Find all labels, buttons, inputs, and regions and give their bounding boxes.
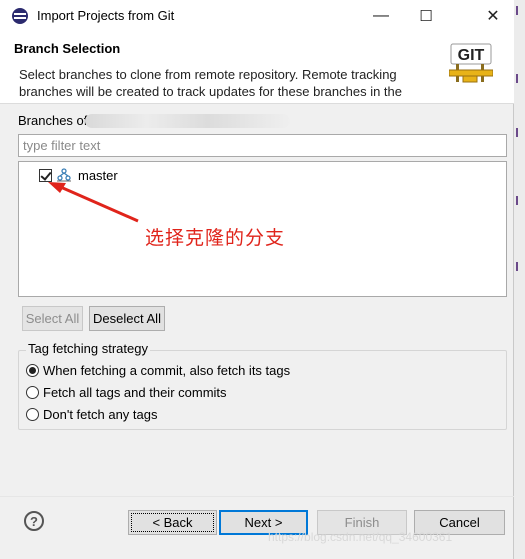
tag-option-fetch-commit-tags[interactable]: When fetching a commit, also fetch its t… [26, 363, 290, 378]
select-all-label: Select All [25, 311, 80, 326]
help-icon[interactable]: ? [24, 511, 44, 531]
tag-option-label: Don't fetch any tags [43, 407, 158, 422]
back-button[interactable]: < Back [128, 510, 217, 535]
maximize-button[interactable]: ☐ [403, 0, 449, 32]
branch-filter-input[interactable] [18, 134, 507, 157]
editor-glyph [516, 262, 523, 271]
editor-glyph [516, 6, 523, 15]
radio-button[interactable] [26, 386, 39, 399]
select-all-button[interactable]: Select All [22, 306, 83, 331]
wizard-header: Branch Selection Select branches to clon… [0, 32, 514, 104]
editor-glyph [516, 196, 523, 205]
minimize-button[interactable]: — [358, 0, 404, 32]
tag-option-label: Fetch all tags and their commits [43, 385, 227, 400]
footer-divider [0, 496, 514, 497]
radio-button[interactable] [26, 364, 39, 377]
background-editor-edge [514, 0, 525, 559]
next-label: Next > [244, 515, 283, 530]
branches-label: Branches of [18, 113, 88, 128]
page-description: Select branches to clone from remote rep… [19, 67, 402, 99]
tag-strategy-title: Tag fetching strategy [26, 341, 150, 356]
tag-option-label: When fetching a commit, also fetch its t… [43, 363, 291, 378]
tag-option-no-tags[interactable]: Don't fetch any tags [26, 407, 158, 422]
page-title: Branch Selection [14, 41, 121, 56]
eclipse-icon [12, 8, 28, 24]
radio-button[interactable] [26, 408, 39, 421]
editor-glyph [516, 74, 523, 83]
watermark-text: https://blog.csdn.net/qq_34600361 [268, 530, 453, 544]
editor-glyph [516, 128, 523, 137]
finish-label: Finish [344, 515, 380, 530]
window-title: Import Projects from Git [37, 8, 175, 23]
annotation-text: 选择克隆的分支 [145, 228, 286, 249]
import-dialog: Import Projects from Git — ☐ ✕ Branch Se… [0, 0, 514, 559]
deselect-all-label: Deselect All [93, 311, 161, 326]
cancel-label: Cancel [439, 515, 480, 530]
back-label: < Back [152, 515, 193, 530]
deselect-all-button[interactable]: Deselect All [89, 306, 165, 331]
annotation-arrow [48, 182, 139, 223]
git-logo-icon: GIT [449, 43, 493, 83]
repository-url-redacted [85, 114, 290, 128]
tag-option-fetch-all-tags[interactable]: Fetch all tags and their commits [26, 385, 227, 400]
close-button[interactable]: ✕ [470, 0, 516, 32]
title-bar: Import Projects from Git — ☐ ✕ [0, 0, 514, 32]
git-logo-text: GIT [458, 47, 485, 64]
